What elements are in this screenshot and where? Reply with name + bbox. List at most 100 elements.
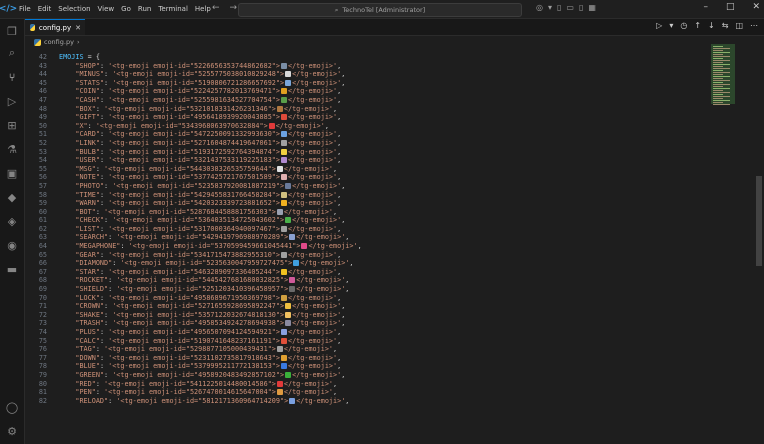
dict-key: "USER" xyxy=(75,156,100,165)
emoji-glyph-icon xyxy=(285,320,292,327)
emoji-tag-string: '<tg-emoji emoji-id="5321018331426231346… xyxy=(104,104,276,113)
menu-selection[interactable]: Selection xyxy=(58,5,90,13)
tab-bar: config.py ✕ ▷ ▾ ◷ ↑ ↓ ⇆ ◫ ⋯ xyxy=(25,19,764,36)
minimap-line xyxy=(713,72,730,73)
emoji-glyph-icon xyxy=(281,174,287,181)
menu-edit[interactable]: Edit xyxy=(38,5,52,13)
run-debug-icon[interactable]: ▷ xyxy=(4,93,20,109)
emoji-tag-string: '<tg-emoji emoji-id="5231102735817918643… xyxy=(108,353,280,362)
code-line: 63 "SEARCH": '<tg-emoji emoji-id="542941… xyxy=(25,233,705,242)
minimap-line xyxy=(713,80,730,81)
docker-icon[interactable]: ◈ xyxy=(4,213,20,229)
previous-change-icon[interactable]: ↑ xyxy=(694,21,701,30)
emoji-glyph-icon xyxy=(281,96,287,103)
chevron-down-icon[interactable]: ▾ xyxy=(669,21,673,30)
scrollbar-thumb[interactable] xyxy=(756,176,762,266)
code-line: 60 "BOT": '<tg-emoji emoji-id="528768445… xyxy=(25,208,705,217)
copilot-icon[interactable]: ◎ xyxy=(536,3,543,12)
copilot-icon[interactable]: ◉ xyxy=(4,237,20,253)
chevron-down-icon[interactable]: ▾ xyxy=(548,3,552,12)
code-line: 72 "SHAKE": '<tg-emoji emoji-id="5357122… xyxy=(25,311,705,320)
menu-run[interactable]: Run xyxy=(138,5,151,13)
line-number: 56 xyxy=(38,173,47,182)
emoji-tag-string: '<tg-emoji emoji-id="5429455831766458284… xyxy=(108,190,280,199)
emoji-glyph-icon xyxy=(276,165,283,172)
breadcrumb-file[interactable]: config.py xyxy=(44,38,74,46)
code-text: "PEN": '<tg-emoji emoji-id="526747001461… xyxy=(75,388,338,397)
toggle-primary-sidebar-icon[interactable]: ▯ xyxy=(557,3,561,12)
menu-file[interactable]: File xyxy=(19,5,31,13)
line-number: 54 xyxy=(38,156,47,165)
tab-config-py[interactable]: config.py ✕ xyxy=(25,19,85,35)
dict-key: "TAG" xyxy=(75,345,96,354)
run-icon[interactable]: ▷ xyxy=(656,21,662,30)
close-icon[interactable]: ✕ xyxy=(752,2,760,12)
dict-key: "PHOTO" xyxy=(75,181,105,190)
dict-key: "BULB" xyxy=(75,147,100,156)
minimize-icon[interactable]: – xyxy=(703,2,708,12)
forward-arrow-icon[interactable]: → xyxy=(230,3,238,13)
minimap[interactable] xyxy=(711,40,751,444)
close-tab-icon[interactable]: ✕ xyxy=(75,24,81,32)
toggle-secondary-sidebar-icon[interactable]: ▯ xyxy=(579,3,583,12)
search-icon[interactable]: ⌕ xyxy=(4,45,20,61)
files-icon[interactable]: ❐ xyxy=(4,23,20,39)
next-change-icon[interactable]: ↓ xyxy=(708,21,715,30)
account-icon[interactable]: ◯ xyxy=(4,399,20,415)
emoji-tag-string: '<tg-emoji emoji-id="4958920483492857102… xyxy=(112,370,285,379)
folder-icon[interactable]: ▬ xyxy=(4,261,20,277)
dict-key: "DOWN" xyxy=(75,353,100,362)
emoji-glyph-icon xyxy=(289,234,296,241)
emoji-tag-string: '<tg-emoji emoji-id="5267470014615647004… xyxy=(104,388,276,397)
emoji-tag-string: '<tg-emoji emoji-id="4958534924278694938… xyxy=(112,319,285,328)
emoji-glyph-icon xyxy=(285,71,292,78)
timeline-icon[interactable]: ◷ xyxy=(680,21,687,30)
dict-key: "LOCK" xyxy=(75,293,100,302)
dict-key: "CROWN" xyxy=(75,302,105,311)
command-center-search[interactable]: ⌕ TechnoTel [Administrator] xyxy=(238,3,522,17)
minimap-line xyxy=(713,104,730,105)
code-editor[interactable]: 42 EMOJIS = { 43 "SHOP": '<tg-emoji emoj… xyxy=(25,53,705,444)
code-line: 54 "USER": '<tg-emoji emoji-id="53214375… xyxy=(25,156,705,165)
menu-help[interactable]: Help xyxy=(195,5,211,13)
more-actions-icon[interactable]: ⋯ xyxy=(750,21,758,30)
menu-go[interactable]: Go xyxy=(121,5,131,13)
code-text: "LINK": '<tg-emoji emoji-id="52716048744… xyxy=(75,138,342,147)
settings-gear-icon[interactable]: ⚙ xyxy=(4,423,20,439)
minimap-line xyxy=(713,96,730,97)
code-line: 43 "SHOP": '<tg-emoji emoji-id="52266563… xyxy=(25,62,705,71)
minimap-line xyxy=(713,66,723,67)
source-control-icon[interactable]: ⑂ xyxy=(4,69,20,85)
emoji-glyph-icon xyxy=(276,389,283,396)
code-text: "TRASH": '<tg-emoji emoji-id="4958534924… xyxy=(75,319,346,328)
vertical-scrollbar[interactable] xyxy=(755,36,764,444)
back-arrow-icon[interactable]: ← xyxy=(212,3,220,13)
menu-view[interactable]: View xyxy=(98,5,115,13)
split-editor-icon[interactable]: ◫ xyxy=(735,21,743,30)
remote-explorer-icon[interactable]: ▣ xyxy=(4,165,20,181)
dict-key: "WARN" xyxy=(75,199,100,208)
emoji-glyph-icon xyxy=(281,225,287,232)
emoji-tag-string: '<tg-emoji emoji-id="5379995211772138153… xyxy=(108,362,280,371)
code-text: "CALC": '<tg-emoji emoji-id="51907416482… xyxy=(75,336,342,345)
testing-icon[interactable]: ⚗ xyxy=(4,141,20,157)
customize-layout-icon[interactable]: ▦ xyxy=(588,3,596,12)
code-line: 82 "RELOAD": '<tg-emoji emoji-id="581217… xyxy=(25,397,705,406)
code-text: "BOX": '<tg-emoji emoji-id="532101833142… xyxy=(75,104,338,113)
code-line: 61 "CHECK": '<tg-emoji emoji-id="5364035… xyxy=(25,216,705,225)
minimap-line xyxy=(713,68,730,69)
minimap-line xyxy=(713,92,730,93)
toggle-panel-icon[interactable]: ▭ xyxy=(566,3,574,12)
menu-terminal[interactable]: Terminal xyxy=(158,5,188,13)
emoji-glyph-icon xyxy=(285,79,292,86)
emoji-tag-string: '<tg-emoji emoji-id="5193172592764394874… xyxy=(108,147,280,156)
emoji-glyph-icon xyxy=(281,157,287,164)
code-text: "CARD": '<tg-emoji emoji-id="54722500913… xyxy=(75,130,342,139)
extensions-icon[interactable]: ⊞ xyxy=(4,117,20,133)
dict-key: "SEARCH" xyxy=(75,233,109,242)
open-changes-icon[interactable]: ⇆ xyxy=(722,21,729,30)
maximize-icon[interactable]: □ xyxy=(726,2,735,12)
minimap-line xyxy=(713,58,723,59)
emoji-tag-string: '<tg-emoji emoji-id="5298877105000439431… xyxy=(104,345,276,354)
python-icon[interactable]: ◆ xyxy=(4,189,20,205)
